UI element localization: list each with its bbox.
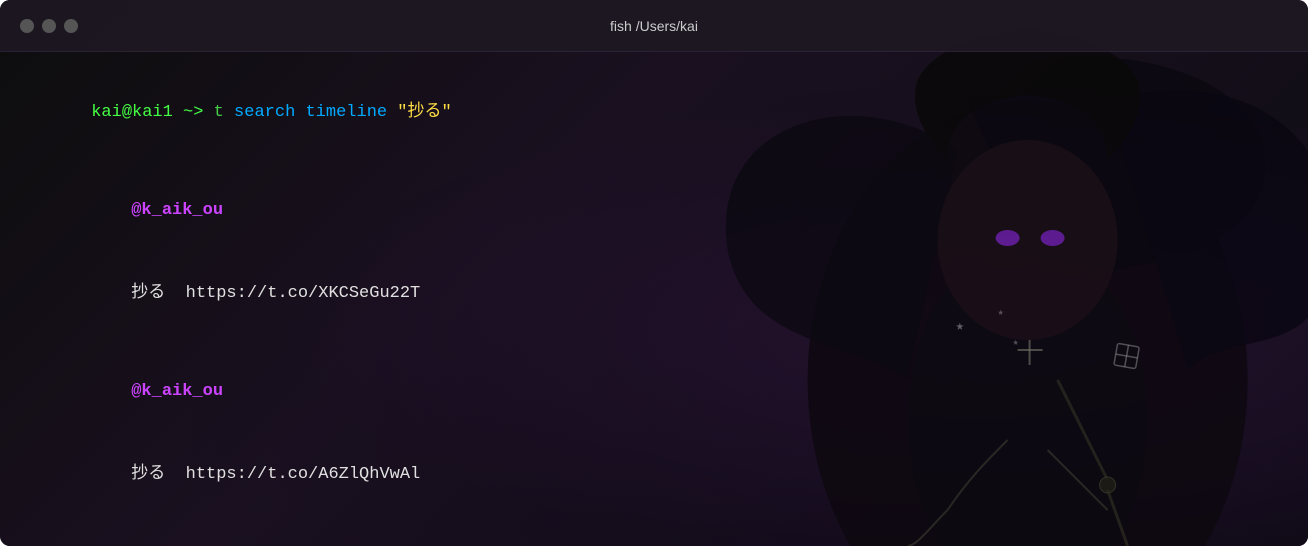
result-username-1: @k_aik_ou (30, 170, 1278, 252)
title-bar: fish /Users/kai (0, 0, 1308, 52)
cmd-timeline: timeline (295, 103, 387, 122)
result-user-1: @k_aik_ou (131, 201, 223, 220)
result-url-2 (165, 465, 185, 484)
spacer-2 (30, 337, 1278, 351)
result-url-2-link: https://t.co/A6ZlQhVwAl (186, 465, 421, 484)
traffic-lights (20, 19, 78, 33)
result-username-2: @k_aik_ou (30, 351, 1278, 433)
command-line-2: kai@kai1 ~> (30, 532, 1278, 546)
terminal-window: ★ ★ ★ fish /Users/kai kai@kai1 ~> t sear… (0, 0, 1308, 546)
spacer-1 (30, 156, 1278, 170)
result-line-1: 抄る https://t.co/XKCSeGu22T (30, 253, 1278, 335)
cmd-search: search (224, 103, 295, 122)
result-text-1: 抄る (131, 284, 165, 303)
result-url-1 (165, 284, 185, 303)
maximize-button[interactable] (64, 19, 78, 33)
result-user-2: @k_aik_ou (131, 382, 223, 401)
terminal-content[interactable]: kai@kai1 ~> t search timeline "抄る" @k_ai… (0, 52, 1308, 546)
window-title: fish /Users/kai (610, 18, 698, 34)
result-line-2: 抄る https://t.co/A6ZlQhVwAl (30, 434, 1278, 516)
command-line-1: kai@kai1 ~> t search timeline "抄る" (30, 72, 1278, 154)
close-button[interactable] (20, 19, 34, 33)
minimize-button[interactable] (42, 19, 56, 33)
prompt-arrow-1: ~> (173, 103, 214, 122)
cmd-t: t (214, 103, 224, 122)
cmd-query: "抄る" (387, 103, 452, 122)
prompt-user-1: kai@kai1 (91, 103, 173, 122)
spacer-3 (30, 518, 1278, 532)
result-url-1-link: https://t.co/XKCSeGu22T (186, 284, 421, 303)
result-text-2: 抄る (131, 465, 165, 484)
